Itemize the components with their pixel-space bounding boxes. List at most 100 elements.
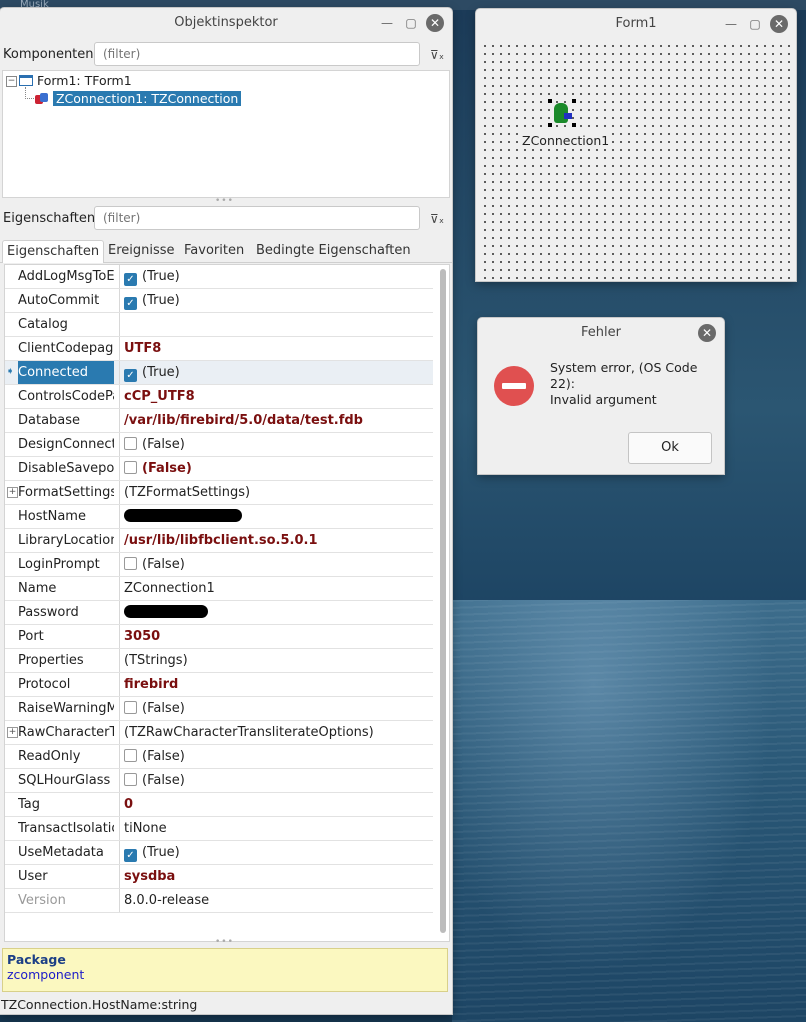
property-name: DisableSavepoints	[18, 461, 114, 476]
property-value[interactable]: 3050	[119, 625, 431, 648]
property-value[interactable]: (False)	[119, 745, 431, 768]
zconnection-component-icon[interactable]	[548, 99, 576, 127]
close-icon[interactable]: ✕	[770, 15, 788, 33]
property-value[interactable]: (TStrings)	[119, 649, 431, 672]
property-value[interactable]: (False)	[119, 457, 431, 480]
property-row[interactable]: ControlsCodePage cCP_UTF8	[5, 385, 433, 409]
vertical-scrollbar[interactable]	[440, 269, 446, 933]
property-value[interactable]	[119, 313, 431, 336]
property-value[interactable]: ✓ (True)	[119, 361, 431, 384]
checkbox-unchecked-icon[interactable]	[124, 557, 137, 570]
property-row-selected[interactable]: ➧ Connected ✓ (True)	[5, 361, 433, 385]
property-row[interactable]: + FormatSettings (TZFormatSettings)	[5, 481, 433, 505]
property-value[interactable]: UTF8	[119, 337, 431, 360]
property-row[interactable]: + RawCharacterTransliterateOptions (TZRa…	[5, 721, 433, 745]
property-row[interactable]: Database /var/lib/firebird/5.0/data/test…	[5, 409, 433, 433]
redacted-scribble	[124, 509, 242, 522]
property-value[interactable]: ✓ (True)	[119, 841, 431, 864]
tree-item-form1[interactable]: Form1: TForm1	[19, 72, 132, 90]
property-row[interactable]: RaiseWarningMessages (False)	[5, 697, 433, 721]
checkbox-unchecked-icon[interactable]	[124, 749, 137, 762]
checkbox-checked-icon[interactable]: ✓	[124, 369, 137, 382]
property-row[interactable]: Password	[5, 601, 433, 625]
property-value[interactable]: (TZRawCharacterTransliterateOptions)	[119, 721, 431, 744]
expand-plus-icon[interactable]: +	[7, 727, 18, 738]
property-value[interactable]: ✓ (True)	[119, 289, 431, 312]
tab-ereignisse[interactable]: Ereignisse	[104, 240, 179, 262]
property-row[interactable]: LibraryLocation /usr/lib/libfbclient.so.…	[5, 529, 433, 553]
property-row[interactable]: DisableSavepoints (False)	[5, 457, 433, 481]
checkbox-checked-icon[interactable]: ✓	[124, 273, 137, 286]
components-filter-input[interactable]	[94, 42, 420, 66]
close-icon[interactable]: ✕	[698, 324, 716, 342]
property-value[interactable]: sysdba	[119, 865, 431, 888]
tab-bedingte-eigenschaften[interactable]: Bedingte Eigenschaften	[252, 240, 415, 262]
property-row[interactable]: Version 8.0.0-release	[5, 889, 433, 913]
maximize-icon[interactable]: ▢	[746, 15, 764, 33]
expand-plus-icon[interactable]: +	[7, 487, 18, 498]
property-row[interactable]: ReadOnly (False)	[5, 745, 433, 769]
ok-button[interactable]: Ok	[628, 432, 712, 464]
property-row[interactable]: User sysdba	[5, 865, 433, 889]
property-row[interactable]: Tag 0	[5, 793, 433, 817]
close-icon[interactable]: ✕	[426, 14, 444, 32]
property-row[interactable]: DesignConnection (False)	[5, 433, 433, 457]
property-value[interactable]: 0	[119, 793, 431, 816]
property-value[interactable]: cCP_UTF8	[119, 385, 431, 408]
checkbox-unchecked-icon[interactable]	[124, 773, 137, 786]
form-design-surface[interactable]: ZConnection1	[478, 39, 794, 279]
component-tree: − Form1: TForm1 ZConnection1: TZConnecti…	[2, 70, 450, 198]
property-value[interactable]: /var/lib/firebird/5.0/data/test.fdb	[119, 409, 431, 432]
property-value[interactable]: (False)	[119, 553, 431, 576]
property-row[interactable]: Port 3050	[5, 625, 433, 649]
form1-titlebar[interactable]: Form1 — ▢ ✕	[476, 9, 796, 39]
splitter-grip[interactable]: •••	[215, 937, 234, 947]
minimize-icon[interactable]: —	[378, 14, 396, 32]
checkbox-checked-icon[interactable]: ✓	[124, 849, 137, 862]
minimize-icon[interactable]: —	[722, 15, 740, 33]
property-row[interactable]: Properties (TStrings)	[5, 649, 433, 673]
checkbox-unchecked-icon[interactable]	[124, 701, 137, 714]
property-value[interactable]: (False)	[119, 433, 431, 456]
property-row[interactable]: Protocol firebird	[5, 673, 433, 697]
tab-favoriten[interactable]: Favoriten	[180, 240, 248, 262]
property-row[interactable]: LoginPrompt (False)	[5, 553, 433, 577]
tab-eigenschaften[interactable]: Eigenschaften	[2, 240, 105, 263]
property-name: RaiseWarningMessages	[18, 701, 114, 716]
property-value[interactable]: (TZFormatSettings)	[119, 481, 431, 504]
property-value[interactable]	[119, 505, 431, 528]
property-value[interactable]: /usr/lib/libfbclient.so.5.0.1	[119, 529, 431, 552]
property-value[interactable]: (False)	[119, 697, 431, 720]
property-row[interactable]: UseMetadata ✓ (True)	[5, 841, 433, 865]
property-row[interactable]: Name ZConnection1	[5, 577, 433, 601]
property-value[interactable]: ZConnection1	[119, 577, 431, 600]
property-row[interactable]: Catalog	[5, 313, 433, 337]
property-name: HostName	[18, 509, 86, 524]
properties-filter-input[interactable]	[94, 206, 420, 230]
property-value-text: (False)	[142, 557, 185, 572]
property-name: Port	[18, 629, 44, 644]
property-row[interactable]: AutoCommit ✓ (True)	[5, 289, 433, 313]
property-value[interactable]: ✓ (True)	[119, 265, 431, 288]
error-dialog-titlebar[interactable]: Fehler ✕	[478, 318, 724, 348]
property-value[interactable]: tiNone	[119, 817, 431, 840]
clear-filter-icon[interactable]: ⊽ₓ	[426, 208, 448, 230]
clear-filter-icon[interactable]: ⊽ₓ	[426, 44, 448, 66]
property-value[interactable]: (False)	[119, 769, 431, 792]
checkbox-unchecked-icon[interactable]	[124, 461, 137, 474]
property-value[interactable]: firebird	[119, 673, 431, 696]
property-row[interactable]: ClientCodepage UTF8	[5, 337, 433, 361]
property-row[interactable]: TransactIsolationLevel tiNone	[5, 817, 433, 841]
property-name: ReadOnly	[18, 749, 81, 764]
property-row[interactable]: AddLogMsgToExceptionOrWarningMsg ✓ (True)	[5, 265, 433, 289]
tree-item-zconnection1[interactable]: ZConnection1: TZConnection	[35, 90, 242, 108]
property-value[interactable]	[119, 601, 431, 624]
tree-collapse-icon[interactable]: −	[6, 76, 17, 87]
checkbox-checked-icon[interactable]: ✓	[124, 297, 137, 310]
object-inspector-titlebar[interactable]: Objektinspektor — ▢ ✕	[0, 8, 452, 38]
checkbox-unchecked-icon[interactable]	[124, 437, 137, 450]
property-row[interactable]: SQLHourGlass (False)	[5, 769, 433, 793]
property-row[interactable]: HostName	[5, 505, 433, 529]
dialog-title: Fehler	[581, 325, 621, 340]
maximize-icon[interactable]: ▢	[402, 14, 420, 32]
